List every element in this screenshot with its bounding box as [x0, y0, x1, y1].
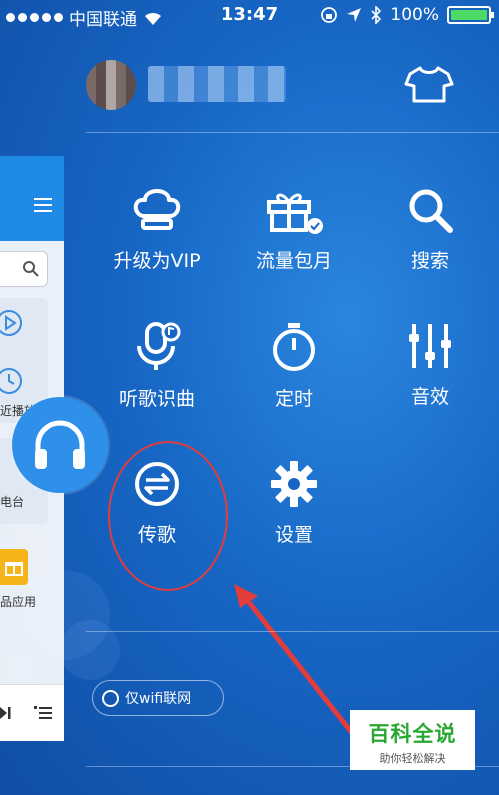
toggle-circle-icon — [102, 689, 119, 707]
wifi-only-toggle[interactable]: 仅wifi联网 — [92, 680, 224, 716]
watermark-logo: 百科全说 助你轻松解决 — [350, 710, 475, 770]
watermark-title: 百科全说 — [368, 722, 457, 746]
watermark-subtitle: 助你轻松解决 — [379, 752, 446, 765]
divider-bottom — [86, 631, 499, 632]
wifi-only-label: 仅wifi联网 — [125, 691, 192, 707]
annotation-arrow — [234, 584, 358, 740]
